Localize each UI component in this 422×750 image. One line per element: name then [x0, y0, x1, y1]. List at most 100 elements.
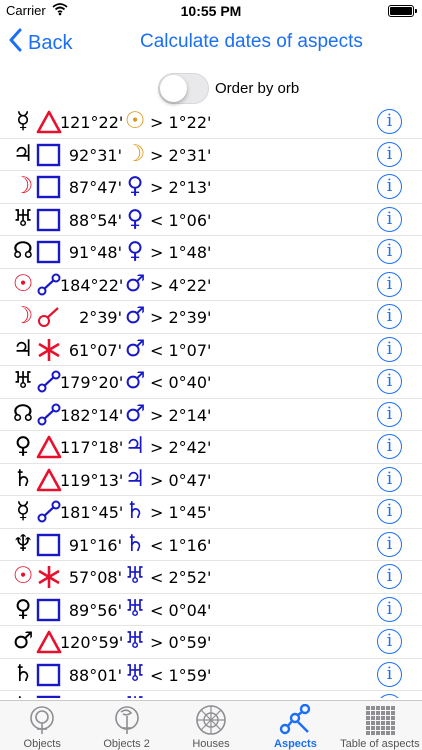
trine-aspect-icon — [36, 468, 62, 492]
planet-glyph-icon: ☽ — [12, 303, 34, 329]
info-button[interactable]: i — [377, 564, 402, 589]
planet-glyph-icon: ♅ — [124, 595, 146, 622]
aspect-row: ♆ 91°16' ♄ < 1°16' i — [0, 529, 422, 561]
planet-glyph-icon: ♃ — [12, 140, 34, 167]
aspect-angle: 91°48' — [68, 243, 122, 262]
planet-glyph-icon: ♂ — [12, 628, 34, 654]
table-grid-icon — [364, 704, 396, 736]
aspect-angle: 88°54' — [68, 210, 122, 230]
square-aspect-icon — [36, 143, 62, 167]
aspects-list[interactable]: ☿ 121°22' ☉ > 1°22' i ♃ 92°31' ☽ > 2°31' i ☽ 87°47'… — [0, 106, 422, 698]
aspect-angle: 179°20' — [60, 373, 124, 392]
square-aspect-icon — [36, 208, 62, 232]
square-aspect-icon — [36, 175, 62, 199]
planet-glyph-icon: ☊ — [12, 400, 34, 427]
planet-glyph-icon: ☉ — [12, 270, 34, 297]
aspect-angle: 2°39' — [79, 308, 122, 327]
info-button[interactable]: i — [377, 174, 402, 199]
info-button[interactable]: i — [377, 141, 402, 167]
aspect-row: ☽ 87°47' ♀ > 2°13' i — [0, 171, 422, 204]
aspect-row: ☽ 2°39' ♂ > 2°39' i — [0, 301, 422, 334]
tab-table-of-aspects[interactable]: Table of aspects — [338, 701, 422, 750]
tab-objects-2[interactable]: Objects 2 — [84, 701, 168, 750]
planet-glyph-icon: ♄ — [124, 498, 146, 524]
aspect-orb: > 1°22' — [150, 113, 212, 132]
aspect-orb: > 2°39' — [150, 308, 212, 327]
planet-glyph-icon: ☿ — [15, 498, 31, 524]
info-button[interactable]: i — [377, 694, 402, 698]
opposition-aspect-icon — [36, 403, 62, 427]
aspect-orb: < 1°16' — [150, 535, 212, 555]
tab-label: Aspects — [274, 738, 317, 750]
conjunction-aspect-icon — [36, 305, 62, 329]
back-button[interactable]: Back — [8, 28, 72, 58]
square-aspect-icon — [36, 598, 62, 622]
aspect-angle: 119°13' — [60, 470, 124, 490]
aspect-orb: < 1°06' — [150, 210, 212, 230]
planet-glyph-icon: ♅ — [124, 563, 146, 589]
info-button[interactable]: i — [377, 466, 402, 492]
clock-time: 10:55 PM — [180, 3, 242, 19]
tab-aspects[interactable]: Aspects — [253, 701, 337, 750]
aspect-row: ♂ 120°59' ♅ > 0°59' i — [0, 626, 422, 659]
trine-aspect-icon — [36, 435, 62, 459]
status-bar: Carrier 10:55 PM — [0, 0, 422, 22]
info-button[interactable]: i — [377, 336, 402, 362]
tab-houses[interactable]: Houses — [169, 701, 253, 750]
tab-objects[interactable]: Objects — [0, 701, 84, 750]
square-aspect-icon — [36, 695, 62, 698]
aspect-row: ♄ 119°13' ♃ > 0°47' i — [0, 464, 422, 496]
square-aspect-icon — [36, 533, 62, 557]
aspect-orb: > 2°42' — [150, 438, 212, 457]
tab-label: Objects 2 — [103, 738, 150, 750]
planet-glyph-icon: ☉ — [124, 108, 146, 134]
order-by-orb-switch[interactable] — [158, 72, 209, 104]
info-button[interactable]: i — [377, 304, 402, 329]
info-button[interactable]: i — [377, 499, 402, 524]
planet-glyph-icon: ♄ — [12, 465, 34, 492]
info-button[interactable]: i — [377, 434, 402, 459]
houses-wheel-icon — [195, 704, 227, 736]
planet-glyph-icon: ♂ — [124, 400, 146, 427]
info-button[interactable]: i — [377, 206, 402, 232]
page-title: Calculate dates of aspects — [140, 31, 363, 52]
aspect-angle: 88°01' — [68, 665, 122, 685]
aspect-orb: > 1°45' — [150, 503, 212, 522]
aspect-row: ♅ 179°20' ♂ < 0°40' i — [0, 366, 422, 399]
aspect-orb: > 2°13' — [150, 178, 212, 197]
aspect-angle: 117°18' — [60, 438, 124, 457]
chevron-left-icon — [8, 28, 22, 58]
opposition-aspect-icon — [36, 370, 62, 394]
aspect-row: ♃ 61°07' ♂ < 1°07' i — [0, 334, 422, 366]
aspect-angle: 120°59' — [60, 633, 124, 652]
aspect-orb: > 2°31' — [150, 145, 212, 165]
info-button[interactable]: i — [377, 401, 402, 427]
sextile-aspect-icon — [36, 565, 62, 589]
info-button[interactable]: i — [377, 629, 402, 654]
planet-glyph-icon: ♅ — [12, 368, 34, 394]
info-button[interactable]: i — [377, 109, 402, 134]
planet-glyph-icon: ♅ — [122, 693, 148, 698]
aspect-orb: < 1°59' — [150, 665, 212, 685]
aspect-angle: 121°22' — [60, 113, 124, 132]
info-button[interactable]: i — [377, 239, 402, 264]
planet-glyph-icon: ♅ — [12, 205, 34, 232]
info-button[interactable]: i — [377, 531, 402, 557]
planet-glyph-icon: ♃ — [124, 433, 146, 459]
aspect-row: ☉ 184°22' ♂ > 4°22' i — [0, 269, 422, 301]
aspect-row: ♄ ♅ i — [0, 691, 422, 698]
info-button[interactable]: i — [377, 661, 402, 687]
info-button[interactable]: i — [377, 271, 402, 297]
planet-glyph-icon: ♅ — [124, 628, 146, 654]
trine-aspect-icon — [36, 630, 62, 654]
aspect-angle: 89°56' — [68, 600, 122, 620]
navigation-bar: Back Calculate dates of aspects — [0, 22, 422, 66]
aspect-row: ☊ 182°14' ♂ > 2°14' i — [0, 399, 422, 431]
aspect-orb: > 0°59' — [150, 633, 212, 652]
aspect-orb: < 0°04' — [150, 600, 212, 620]
opposition-aspect-icon — [36, 273, 62, 297]
objects-icon — [26, 704, 58, 736]
info-button[interactable]: i — [377, 369, 402, 394]
planet-glyph-icon: ☿ — [15, 108, 31, 134]
info-button[interactable]: i — [377, 596, 402, 622]
